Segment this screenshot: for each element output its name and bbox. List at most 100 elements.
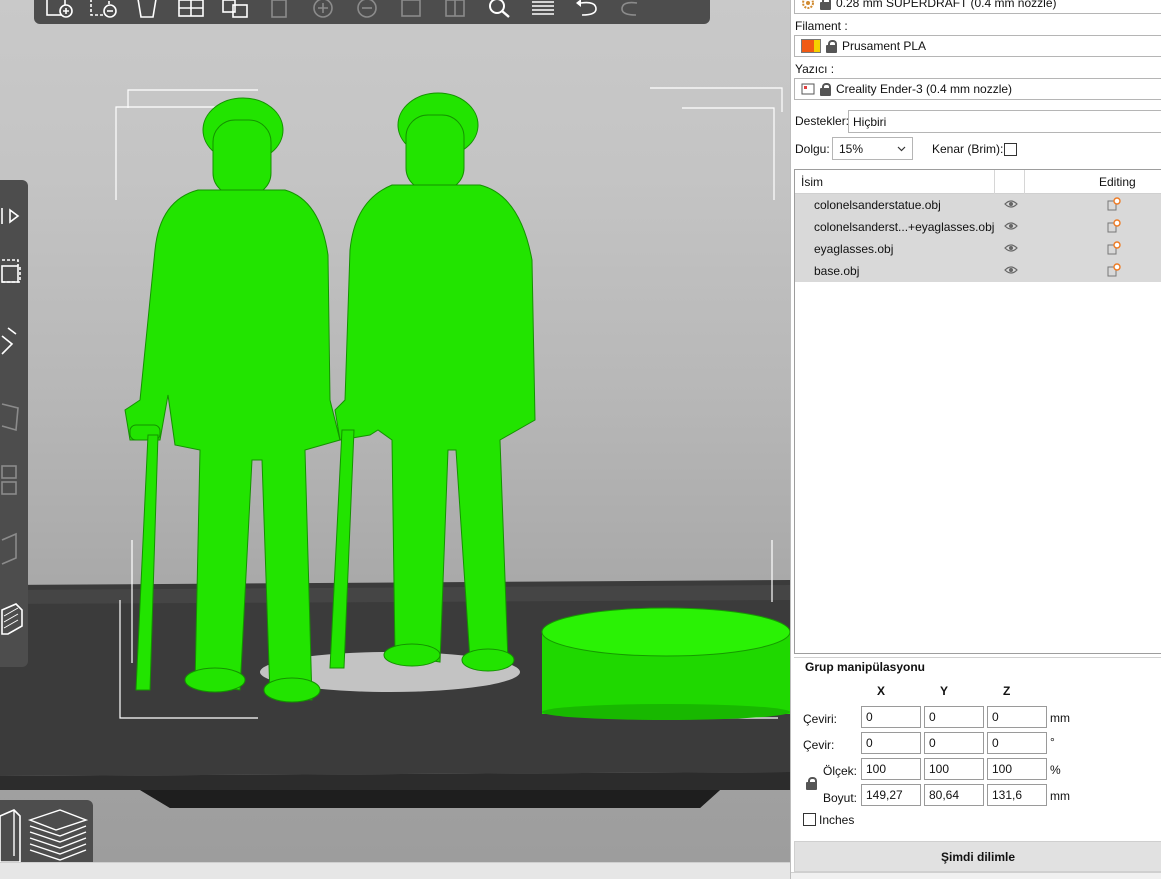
object-list-row[interactable]: colonelsanderst...+eyaglasses.obj <box>795 216 1161 238</box>
search-button[interactable] <box>480 0 518 20</box>
object-list-row[interactable]: colonelsanderstatue.obj <box>795 194 1161 216</box>
scale-icon <box>1 259 21 283</box>
filament-color-swatch <box>801 39 821 53</box>
object-name: eyaglasses.obj <box>814 242 894 256</box>
size-y-field[interactable]: 80,64 <box>924 784 984 806</box>
split-parts-icon <box>445 0 465 17</box>
seam-painting-button[interactable] <box>0 600 26 636</box>
supports-label: Destekler: <box>795 114 850 128</box>
copy-button[interactable] <box>216 0 254 20</box>
add-instance-button[interactable] <box>304 0 342 20</box>
eye-icon[interactable] <box>1004 221 1018 231</box>
chevron-down-icon <box>897 146 906 151</box>
group-manipulation-title: Grup manipülasyonu <box>805 660 926 674</box>
object-list-row[interactable]: base.obj <box>795 260 1161 282</box>
infill-label: Dolgu: <box>795 142 830 156</box>
support-painting-button[interactable] <box>0 530 26 566</box>
uniform-scale-lock-icon[interactable] <box>806 777 817 790</box>
remove-instance-button[interactable] <box>348 0 386 20</box>
instance-add-icon <box>313 0 333 18</box>
scale-label: Ölçek: <box>823 764 858 778</box>
layers-icon <box>532 1 554 15</box>
redo-button[interactable] <box>612 0 650 20</box>
move-tool-button[interactable] <box>0 198 26 234</box>
undo-button[interactable] <box>568 0 606 20</box>
object-name: colonelsanderst...+eyaglasses.obj <box>814 220 995 234</box>
scene-canvas[interactable] <box>0 0 790 879</box>
trash-icon <box>137 0 157 18</box>
eye-icon[interactable] <box>1004 265 1018 275</box>
undo-icon <box>576 0 597 16</box>
gear-icon <box>802 0 814 9</box>
scale-x-field[interactable]: 100 <box>861 758 921 780</box>
column-name-header[interactable]: İsim <box>801 175 823 189</box>
filament-label: Filament : <box>795 19 848 33</box>
arrange-button[interactable] <box>172 0 210 20</box>
split-objects-button[interactable] <box>392 0 430 20</box>
scale-z-field[interactable]: 100 <box>987 758 1047 780</box>
infill-combo[interactable]: 15% <box>832 137 913 160</box>
edit-settings-icon[interactable] <box>1107 197 1121 211</box>
object-name: base.obj <box>814 264 860 278</box>
eye-icon[interactable] <box>1004 243 1018 253</box>
search-icon <box>489 0 510 18</box>
lock-icon <box>826 39 837 53</box>
preview-layers-button[interactable] <box>26 806 88 866</box>
3d-viewport[interactable] <box>0 0 790 879</box>
column-editing-header[interactable]: Editing <box>1099 175 1136 189</box>
printer-label: Yazıcı : <box>795 62 835 76</box>
rotation-z-field[interactable]: 0 <box>987 732 1047 754</box>
eye-icon[interactable] <box>1004 199 1018 209</box>
size-z-field[interactable]: 131,6 <box>987 784 1047 806</box>
scale-y-field[interactable]: 100 <box>924 758 984 780</box>
supports-combo[interactable]: Hiçbiri <box>848 110 1161 133</box>
move-icon <box>1 208 20 224</box>
rotation-x-field[interactable]: 0 <box>861 732 921 754</box>
print-settings-value: 0.28 mm SUPERDRAFT (0.4 mm nozzle) <box>836 0 1057 10</box>
delete-all-button[interactable] <box>128 0 166 20</box>
edit-settings-icon[interactable] <box>1107 241 1121 255</box>
inches-checkbox[interactable] <box>803 813 816 826</box>
infill-value: 15% <box>839 141 864 156</box>
position-y-field[interactable]: 0 <box>924 706 984 728</box>
arrange-icon <box>178 0 204 17</box>
cut-tool-button[interactable] <box>0 460 26 496</box>
rotate-tool-button[interactable] <box>0 320 26 356</box>
delete-object-button[interactable] <box>84 0 122 20</box>
object-list-header: İsim Editing <box>795 170 1161 194</box>
top-toolbar <box>34 0 710 24</box>
rotate-icon <box>1 327 17 355</box>
brim-label: Kenar (Brim): <box>932 142 1004 156</box>
axis-x-header: X <box>877 684 886 698</box>
edit-settings-icon[interactable] <box>1107 219 1121 233</box>
print-settings-combo[interactable]: 0.28 mm SUPERDRAFT (0.4 mm nozzle) <box>794 0 1161 14</box>
object-list[interactable]: İsim Editing colonelsanderstatue.obj colo… <box>794 169 1161 654</box>
object-list-row[interactable]: eyaglasses.obj <box>795 238 1161 260</box>
paste-icon <box>271 0 287 18</box>
3d-view-button[interactable] <box>0 806 22 866</box>
add-object-button[interactable] <box>40 0 78 20</box>
position-label: Çeviri: <box>803 712 838 726</box>
brim-checkbox[interactable] <box>1004 143 1017 156</box>
size-x-field[interactable]: 149,27 <box>861 784 921 806</box>
sidebar-panel: 0.28 mm SUPERDRAFT (0.4 mm nozzle) Filam… <box>790 0 1161 879</box>
rotation-label: Çevir: <box>803 738 835 752</box>
add-plus-icon <box>46 0 73 18</box>
edit-settings-icon[interactable] <box>1107 263 1121 277</box>
scale-tool-button[interactable] <box>0 252 26 288</box>
filament-combo[interactable]: Prusament PLA <box>794 35 1161 57</box>
split-parts-button[interactable] <box>436 0 474 20</box>
rotation-y-field[interactable]: 0 <box>924 732 984 754</box>
position-z-field[interactable]: 0 <box>987 706 1047 728</box>
status-bar <box>0 862 790 879</box>
position-x-field[interactable]: 0 <box>861 706 921 728</box>
paste-button[interactable] <box>260 0 298 20</box>
copy-icon <box>222 0 248 18</box>
printer-value: Creality Ender-3 (0.4 mm nozzle) <box>836 82 1013 96</box>
model-base[interactable] <box>541 607 790 720</box>
layers-editing-button[interactable] <box>524 0 562 20</box>
printer-combo[interactable]: Creality Ender-3 (0.4 mm nozzle) <box>794 78 1161 100</box>
place-on-face-button[interactable] <box>0 398 26 434</box>
slice-now-button[interactable]: Şimdi dilimle <box>794 841 1161 872</box>
size-unit: mm <box>1050 789 1070 803</box>
